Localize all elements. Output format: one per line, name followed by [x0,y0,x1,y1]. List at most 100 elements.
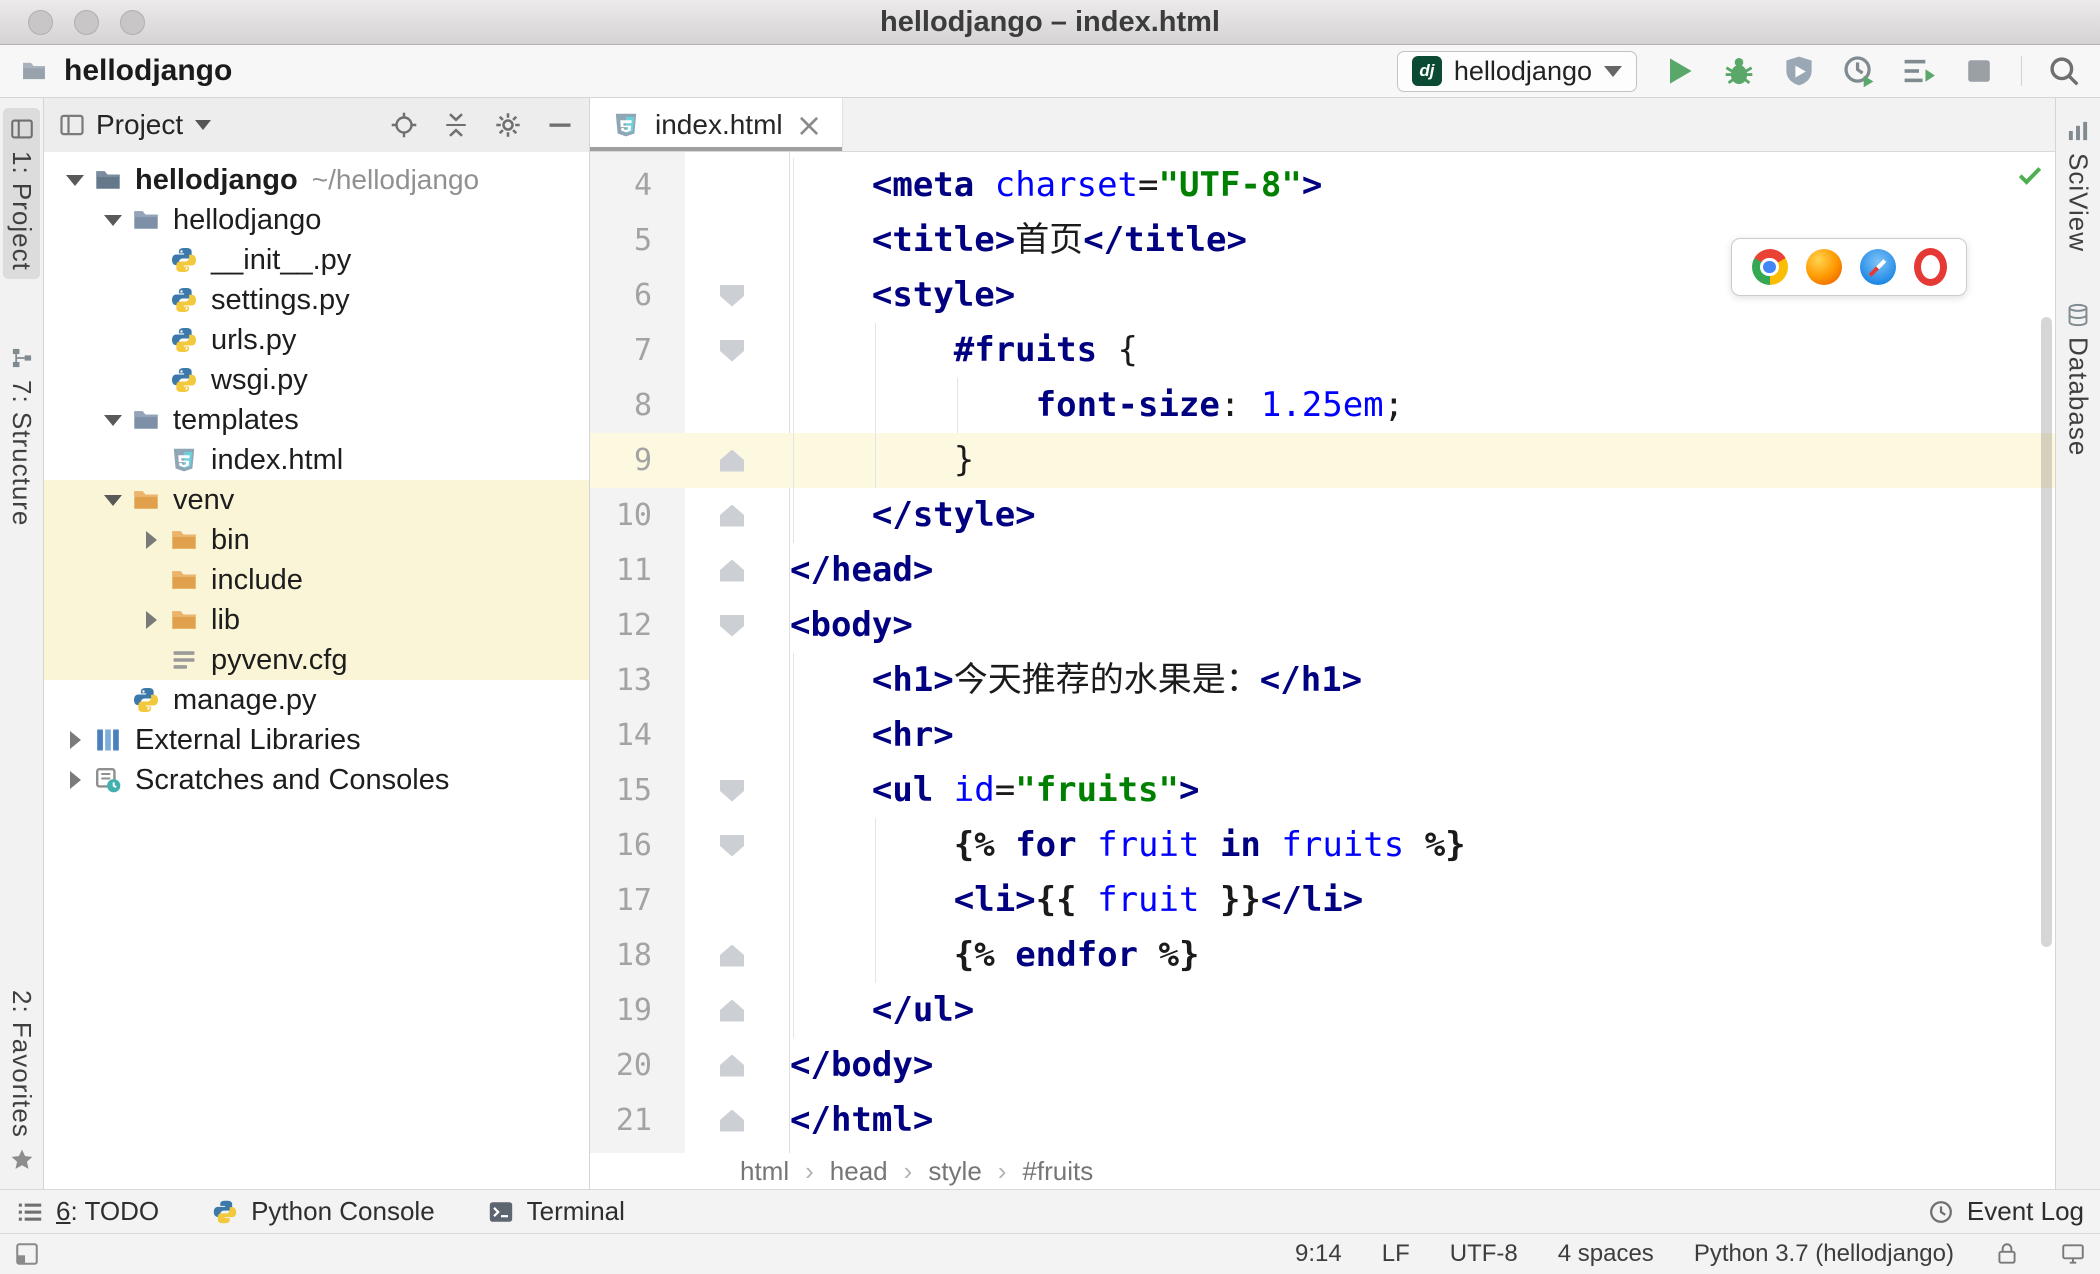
toolwindow-button-favorites[interactable]: 2: Favorites [3,982,40,1181]
close-button[interactable] [28,9,53,35]
code-line-7[interactable]: 7 #fruits { [590,323,2055,378]
fold-marker-icon[interactable] [710,1093,754,1148]
editor-scrollbar[interactable] [2041,317,2052,947]
code-line-4[interactable]: 4 <meta charset="UTF-8"> [590,158,2055,213]
code-line-11[interactable]: 11 </head> [590,543,2055,598]
fold-marker-icon[interactable] [710,268,754,323]
opera-browser-icon[interactable] [1913,248,1947,286]
restore-toolwindows-button[interactable] [14,1241,40,1267]
fold-marker-icon[interactable] [710,488,754,543]
tree-item-include[interactable]: include [44,560,589,600]
line-number[interactable]: 9 [590,433,652,488]
zoom-button[interactable] [120,9,145,35]
toolwindow-button-project[interactable]: 1: Project [3,108,40,279]
line-number[interactable]: 13 [590,653,652,708]
code-line-17[interactable]: 17 <li>{{ fruit }}</li> [590,873,2055,928]
breadcrumb-item-html[interactable]: html [740,1156,789,1187]
code-line-12[interactable]: 12 <body> [590,598,2055,653]
tree-item-hellodjango[interactable]: hellodjango [44,200,589,240]
collapsed-arrow-icon[interactable] [134,611,168,629]
tree-item-urls-py[interactable]: urls.py [44,320,589,360]
python-interpreter[interactable]: Python 3.7 (hellodjango) [1694,1240,1954,1268]
tree-item-index-html[interactable]: index.html [44,440,589,480]
tree-item-wsgi-py[interactable]: wsgi.py [44,360,589,400]
line-separator[interactable]: LF [1382,1240,1410,1268]
fold-marker-icon[interactable] [710,1038,754,1093]
stop-button[interactable] [1961,53,1997,89]
fold-marker-icon[interactable] [710,323,754,378]
tree-item-bin[interactable]: bin [44,520,589,560]
run-with-coverage-button[interactable] [1781,53,1817,89]
hide-panel-button[interactable] [545,110,575,140]
line-number[interactable]: 14 [590,708,652,763]
fold-marker-icon[interactable] [710,763,754,818]
line-number[interactable]: 15 [590,763,652,818]
expanded-arrow-icon[interactable] [58,174,92,186]
collapse-all-button[interactable] [441,110,471,140]
collapsed-arrow-icon[interactable] [58,771,92,789]
file-encoding[interactable]: UTF-8 [1450,1240,1518,1268]
tree-item-init-py[interactable]: __init__.py [44,240,589,280]
fold-marker-icon[interactable] [710,598,754,653]
line-number[interactable]: 11 [590,543,652,598]
line-number[interactable]: 5 [590,213,652,268]
toolwindow-button-todo[interactable]: 6: TODO [16,1196,159,1227]
fold-marker-icon[interactable] [710,983,754,1038]
code-line-21[interactable]: 21 </html> [590,1093,2055,1148]
firefox-browser-icon[interactable] [1805,249,1842,285]
line-number[interactable]: 8 [590,378,652,433]
code-line-20[interactable]: 20 </body> [590,1038,2055,1093]
search-everywhere-button[interactable] [2046,53,2082,89]
code-line-14[interactable]: 14 <hr> [590,708,2055,763]
expanded-arrow-icon[interactable] [96,214,130,226]
breadcrumb-item-style[interactable]: style [928,1156,981,1187]
tree-item-manage-py[interactable]: manage.py [44,680,589,720]
line-number[interactable]: 7 [590,323,652,378]
debug-button[interactable] [1721,53,1757,89]
monitor-icon[interactable] [2060,1241,2086,1267]
tree-item-settings-py[interactable]: settings.py [44,280,589,320]
editor-tab-index-html[interactable]: index.html × [590,98,844,151]
project-panel-title[interactable]: Project [96,109,183,141]
chevron-down-icon[interactable] [195,120,212,130]
indent-style[interactable]: 4 spaces [1558,1240,1654,1268]
expanded-arrow-icon[interactable] [96,414,130,426]
caret-position[interactable]: 9:14 [1295,1240,1342,1268]
minimize-button[interactable] [74,9,99,35]
line-number[interactable]: 4 [590,158,652,213]
line-number[interactable]: 16 [590,818,652,873]
run-button[interactable] [1661,53,1697,89]
settings-gear-icon[interactable] [493,110,523,140]
toolwindow-button-terminal[interactable]: Terminal [487,1196,625,1227]
code-line-15[interactable]: 15 <ul id="fruits"> [590,763,2055,818]
collapsed-arrow-icon[interactable] [58,731,92,749]
line-number[interactable]: 21 [590,1093,652,1148]
line-number[interactable]: 10 [590,488,652,543]
collapsed-arrow-icon[interactable] [134,531,168,549]
close-tab-icon[interactable]: × [796,109,823,141]
code-line-19[interactable]: 19 </ul> [590,983,2055,1038]
lock-icon[interactable] [1994,1241,2020,1267]
line-number[interactable]: 19 [590,983,652,1038]
run-configuration-select[interactable]: dj hellodjango [1396,50,1637,92]
tree-item-scratches-and-consoles[interactable]: Scratches and Consoles [44,760,589,800]
fold-marker-icon[interactable] [710,818,754,873]
code-line-8[interactable]: 8 font-size: 1.25em; [590,378,2055,433]
line-number[interactable]: 18 [590,928,652,983]
inspections-ok-icon[interactable] [2015,160,2045,190]
breadcrumb-item-fruits[interactable]: #fruits [1022,1156,1093,1187]
fold-marker-icon[interactable] [710,543,754,598]
toolwindow-button-database[interactable]: Database [2060,294,2097,464]
toolwindow-button-structure[interactable]: 7: Structure [3,337,40,534]
toolwindow-button-event-log[interactable]: Event Log [1927,1196,2084,1227]
line-number[interactable]: 6 [590,268,652,323]
run-configurations-list-button[interactable] [1901,53,1937,89]
safari-browser-icon[interactable] [1859,249,1896,285]
fold-marker-icon[interactable] [710,433,754,488]
tree-item-lib[interactable]: lib [44,600,589,640]
toolwindow-button-sciview[interactable]: SciView [2060,110,2097,260]
code-line-9[interactable]: 9 } [590,433,2055,488]
code-line-13[interactable]: 13 <h1>今天推荐的水果是：</h1> [590,653,2055,708]
code-line-18[interactable]: 18 {% endfor %} [590,928,2055,983]
code-line-16[interactable]: 16 {% for fruit in fruits %} [590,818,2055,873]
